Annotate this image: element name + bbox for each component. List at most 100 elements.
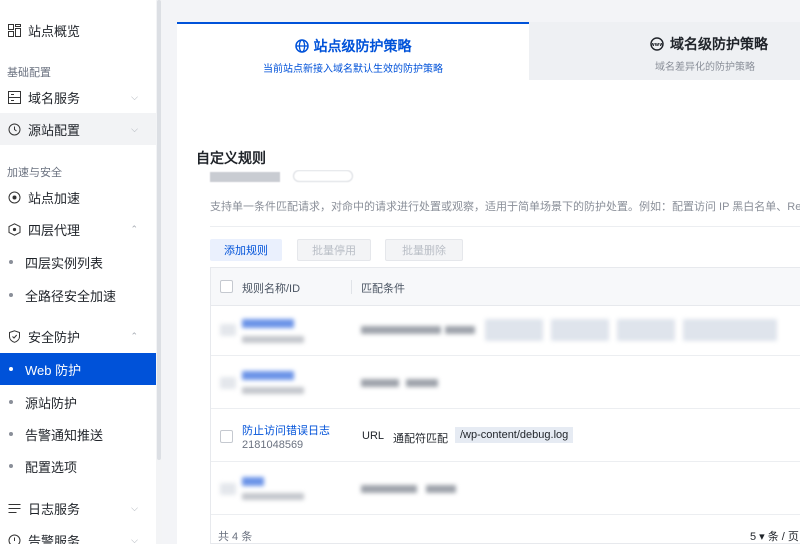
condition-value-tag: /wp-content/debug.log	[455, 427, 574, 443]
sidebar: 站点概览 基础配置 域名服务 ⌵ 源站配置 ⌵ 加速与安全 站点加速 四层代理 …	[0, 0, 156, 544]
sidebar-item-label: 站点加速	[28, 190, 81, 206]
sidebar-sub-alert-push[interactable]: 告警通知推送	[0, 418, 156, 450]
obscured-condition	[361, 379, 399, 387]
rule-id: 2181048569	[242, 439, 304, 451]
sidebar-sub-config-options[interactable]: 配置选项	[0, 450, 156, 482]
chevron-down-icon: ⌵	[131, 91, 138, 102]
table-row[interactable]	[211, 463, 800, 515]
domain-icon	[7, 90, 21, 104]
obscured-condition	[361, 485, 417, 493]
table-row[interactable]	[211, 306, 800, 356]
bullet-icon	[9, 293, 13, 297]
sidebar-sub-l4-list[interactable]: 四层实例列表	[0, 246, 156, 278]
table-row[interactable]: 防止访问错误日志 2181048569 URL 通配符匹配 /wp-conten…	[211, 410, 800, 462]
sidebar-item-log[interactable]: 日志服务 ⌵	[0, 492, 156, 524]
chevron-down-icon: ⌵	[131, 534, 138, 544]
sidebar-item-label: 告警通知推送	[25, 427, 104, 443]
sidebar-item-label: 域名服务	[28, 90, 81, 106]
obscured-condition	[426, 485, 456, 493]
sidebar-group-basic: 基础配置	[7, 67, 51, 79]
row-checkbox-obscured[interactable]	[220, 483, 236, 495]
bullet-icon	[9, 260, 13, 264]
divider	[210, 226, 800, 227]
card-header-obscured	[210, 170, 354, 184]
bullet-icon	[9, 400, 13, 404]
sidebar-item-origin[interactable]: 源站配置 ⌵	[0, 113, 156, 145]
svg-text:www: www	[650, 42, 664, 48]
sidebar-sub-fullpath[interactable]: 全路径安全加速	[0, 279, 156, 311]
condition-field: URL	[362, 430, 385, 442]
rules-description: 支持单一条件匹配请求，对命中的请求进行处置或观察，适用于简单场景下的防护处置。例…	[210, 201, 800, 213]
sidebar-item-label: 配置选项	[25, 459, 78, 475]
row-checkbox-obscured[interactable]	[220, 377, 236, 389]
tab-domain-title-text: 域名级防护策略	[670, 36, 768, 52]
sidebar-sub-web-protection[interactable]: Web 防护	[0, 353, 156, 385]
bullet-icon	[9, 432, 13, 436]
sidebar-item-label: 四层实例列表	[25, 255, 104, 271]
obscured-tag	[683, 319, 777, 341]
grid-icon	[7, 23, 21, 37]
sidebar-item-alarm[interactable]: 告警服务 ⌵	[0, 524, 156, 544]
obscured-id	[242, 493, 304, 500]
obscured-id	[242, 387, 304, 394]
column-header-name: 规则名称/ID	[242, 283, 301, 295]
row-checkbox[interactable]	[220, 430, 233, 443]
sidebar-item-label: 源站配置	[28, 122, 81, 138]
obscured-name	[242, 371, 294, 380]
sidebar-item-label: Web 防护	[25, 362, 82, 378]
condition-operator: 通配符匹配	[393, 433, 448, 445]
sidebar-item-label: 站点概览	[28, 23, 81, 39]
page-size-select[interactable]: 5 ▾ 条 / 页	[750, 528, 799, 544]
sidebar-scrollbar-thumb[interactable]	[157, 0, 161, 460]
tab-site-subtitle: 当前站点新接入域名默认生效的防护策略	[263, 64, 443, 75]
section-title: 自定义规则	[196, 150, 266, 166]
chevron-down-icon: ⌵	[131, 502, 138, 513]
row-checkbox-obscured[interactable]	[220, 324, 236, 336]
tab-domain-subtitle: 域名差异化的防护策略	[655, 62, 755, 73]
tab-site-policy[interactable]: 站点级防护策略 当前站点新接入域名默认生效的防护策略	[177, 22, 529, 80]
chevron-up-icon: ⌃	[130, 223, 138, 234]
obscured-tag	[485, 319, 543, 341]
batch-delete-button[interactable]: 批量删除	[385, 239, 463, 261]
sidebar-item-label: 全路径安全加速	[25, 288, 117, 304]
tab-site-title: 站点级防护策略	[177, 36, 529, 56]
table-row[interactable]	[211, 357, 800, 409]
obscured-id	[242, 336, 304, 343]
sidebar-item-accelerate[interactable]: 站点加速	[0, 181, 156, 213]
column-separator	[351, 280, 352, 294]
select-all-checkbox[interactable]	[220, 280, 233, 293]
bullet-icon	[9, 367, 13, 371]
sidebar-item-label: 源站防护	[25, 395, 78, 411]
shield-icon	[7, 329, 21, 343]
add-rule-button[interactable]: 添加规则	[210, 239, 282, 261]
tab-domain-title: www 域名级防护策略	[649, 34, 800, 54]
sidebar-item-label: 告警服务	[28, 533, 81, 544]
sidebar-sub-origin-protection[interactable]: 源站防护	[0, 386, 156, 418]
batch-disable-button[interactable]: 批量停用	[297, 239, 371, 261]
alarm-icon	[7, 533, 21, 544]
sidebar-item-l4proxy[interactable]: 四层代理 ⌃	[0, 213, 156, 245]
sidebar-item-overview[interactable]: 站点概览	[0, 14, 156, 46]
rule-name-link[interactable]: 防止访问错误日志	[242, 422, 330, 438]
sidebar-item-label: 日志服务	[28, 501, 81, 517]
table-header: 规则名称/ID 匹配条件	[211, 268, 800, 306]
sidebar-item-domain[interactable]: 域名服务 ⌵	[0, 81, 156, 113]
tab-domain-policy[interactable]: www 域名级防护策略 域名差异化的防护策略	[529, 22, 800, 80]
total-count: 共 4 条	[218, 531, 253, 543]
proxy-icon	[7, 222, 21, 236]
obscured-condition	[406, 379, 438, 387]
sidebar-group-accel: 加速与安全	[7, 167, 62, 179]
obscured-tag	[617, 319, 675, 341]
column-header-condition: 匹配条件	[361, 283, 405, 295]
obscured-name	[242, 319, 294, 328]
chevron-down-icon: ⌵	[131, 123, 138, 134]
sidebar-item-label: 安全防护	[28, 329, 81, 345]
log-icon	[7, 501, 21, 515]
sidebar-item-security[interactable]: 安全防护 ⌃	[0, 320, 156, 352]
chevron-up-icon: ⌃	[130, 330, 138, 341]
sidebar-item-label: 四层代理	[28, 222, 81, 238]
globe-icon	[294, 39, 309, 53]
obscured-name	[242, 477, 264, 486]
rules-table: 规则名称/ID 匹配条件 防止访问错误日志 2181048569 URL 通配符…	[210, 267, 800, 544]
obscured-condition	[361, 326, 441, 334]
